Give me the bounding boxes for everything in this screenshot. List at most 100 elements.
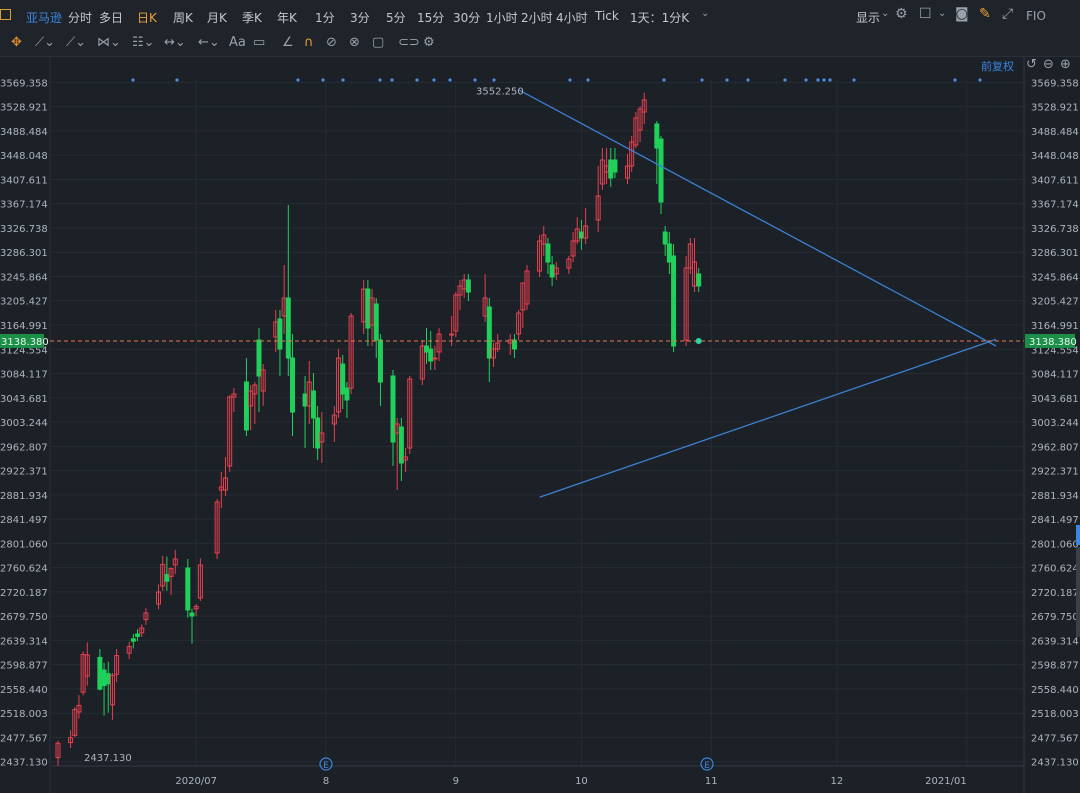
adjust-mode[interactable]: 前复权 xyxy=(981,58,1014,74)
current-price-left: 3138.380 xyxy=(1,337,49,348)
ruler-icon[interactable]: ∠ xyxy=(282,35,294,50)
low-price-label: 2437.130 xyxy=(84,753,132,764)
period-tab[interactable]: 日K xyxy=(137,9,157,26)
display-menu[interactable]: 显示 xyxy=(856,9,880,26)
text-tool-icon[interactable]: Aa xyxy=(229,35,246,50)
arrow-tool-icon[interactable]: ←⌄ xyxy=(198,35,220,50)
y-tick-label-left: 2477.567 xyxy=(0,733,48,744)
x-tick-label: 12 xyxy=(831,776,844,787)
settings-icon[interactable]: ⚙ xyxy=(423,35,435,50)
fib-tool-icon[interactable]: ☷⌄ xyxy=(132,35,155,50)
scroll-marker xyxy=(1076,525,1080,545)
window-icon[interactable]: ☐ xyxy=(919,6,932,22)
period-tab[interactable]: 季K xyxy=(242,9,262,26)
lock-icon[interactable]: ⊘ xyxy=(326,35,337,50)
event-dot xyxy=(296,78,300,82)
candle-body xyxy=(290,357,295,413)
y-tick-label-right: 3569.358 xyxy=(1031,78,1079,89)
chevron-down-icon[interactable]: ⌄ xyxy=(701,8,709,19)
candle-body xyxy=(465,279,471,293)
period-tab[interactable]: 3分 xyxy=(350,9,370,26)
y-tick-label-right: 3003.244 xyxy=(1031,418,1079,429)
y-tick-label-right: 3448.048 xyxy=(1031,151,1079,162)
candle-body xyxy=(302,393,308,407)
y-tick-label-right: 3245.864 xyxy=(1031,272,1079,283)
candlestick-chart[interactable]: 3569.358 3569.358 3528.921 3528.921 3488.484… xyxy=(0,57,1080,793)
candle-body xyxy=(344,387,350,401)
period-tab[interactable]: 1小时 xyxy=(486,9,518,26)
y-tick-label-right: 2558.440 xyxy=(1031,685,1079,696)
candle-body xyxy=(608,159,614,179)
candle-body xyxy=(658,138,664,203)
pencil-icon[interactable]: ✎ xyxy=(979,6,991,22)
reset-icon[interactable]: ↺ xyxy=(1026,57,1037,72)
event-dot xyxy=(492,78,496,82)
y-tick-label-right: 3205.427 xyxy=(1031,297,1079,308)
period-tab[interactable]: 分时 xyxy=(68,9,92,26)
period-tab[interactable]: 30分 xyxy=(453,9,480,26)
trash-icon[interactable]: ▢ xyxy=(372,35,384,50)
y-tick-label-left: 3407.611 xyxy=(0,175,48,186)
y-tick-label-left: 2760.624 xyxy=(0,564,48,575)
candle-body xyxy=(654,123,660,149)
range-tool-icon[interactable]: ↔⌄ xyxy=(164,35,186,50)
event-dot xyxy=(175,78,179,82)
period-tab[interactable]: 5分 xyxy=(386,9,406,26)
chevron-down-icon[interactable]: ⌄ xyxy=(938,8,946,19)
period-tab[interactable]: 15分 xyxy=(417,9,444,26)
chevron-down-icon[interactable]: ⌄ xyxy=(881,8,889,19)
line-tool-icon[interactable]: ⟋⌄ xyxy=(35,35,55,50)
candle-body xyxy=(666,243,672,263)
y-tick-label-left: 3084.117 xyxy=(0,370,48,381)
candle-body xyxy=(135,633,141,637)
event-dot xyxy=(828,78,832,82)
period-tab[interactable]: 周K xyxy=(173,9,193,26)
chart-background xyxy=(0,57,1080,793)
candle-body xyxy=(449,333,455,336)
y-tick-label-left: 2881.934 xyxy=(0,491,48,502)
event-dot xyxy=(473,78,477,82)
period-tab[interactable]: 月K xyxy=(207,9,227,26)
y-tick-label-left: 2437.130 xyxy=(0,758,48,769)
channel-tool-icon[interactable]: ⋈⌄ xyxy=(97,35,121,50)
candle-body xyxy=(671,255,677,347)
period-tab[interactable]: Tick xyxy=(595,9,619,23)
candle-body xyxy=(285,297,291,359)
link-icon[interactable]: ⊂⊃ xyxy=(398,35,420,50)
y-tick-label-right: 3407.611 xyxy=(1031,175,1079,186)
symbol-title[interactable]: 亚马逊 xyxy=(26,9,62,26)
y-tick-label-right: 2760.624 xyxy=(1031,564,1079,575)
panel-icon[interactable] xyxy=(0,9,11,20)
fullscreen-icon[interactable]: ⤢ xyxy=(1002,6,1013,22)
camera-icon[interactable]: ◙ xyxy=(955,6,969,22)
y-tick-label-left: 2518.003 xyxy=(0,709,48,720)
y-tick-label-right: 2720.187 xyxy=(1031,588,1079,599)
ray-tool-icon[interactable]: ⟋⌄ xyxy=(66,35,86,50)
gear-icon[interactable]: ⚙ xyxy=(895,6,908,22)
y-tick-label-right: 2477.567 xyxy=(1031,733,1079,744)
period-tab[interactable]: 1分 xyxy=(315,9,335,26)
period-tab[interactable]: 2小时 xyxy=(521,9,553,26)
period-tab[interactable]: 年K xyxy=(277,9,297,26)
event-dot xyxy=(978,78,982,82)
move-icon[interactable]: ✥ xyxy=(11,35,22,50)
period-tab[interactable]: 多日 xyxy=(99,9,123,26)
note-tool-icon[interactable]: ▭ xyxy=(253,35,265,50)
fio-button[interactable]: FIO xyxy=(1026,9,1046,23)
period-tab[interactable]: 4小时 xyxy=(556,9,588,26)
y-tick-label-right: 2598.877 xyxy=(1031,661,1079,672)
x-tick-label: 2020/07 xyxy=(175,776,217,787)
zoom-in-icon[interactable]: ⊕ xyxy=(1060,57,1071,72)
period-tab[interactable]: 1天：1分K xyxy=(630,9,689,26)
candle-body xyxy=(130,638,136,642)
candle-body xyxy=(185,567,191,611)
magnet-icon[interactable]: ∩ xyxy=(304,35,314,50)
y-tick-label-left: 2962.807 xyxy=(0,442,48,453)
event-dot xyxy=(746,78,750,82)
earnings-marker-label: E xyxy=(323,761,329,771)
zoom-out-icon[interactable]: ⊖ xyxy=(1043,57,1054,72)
y-tick-label-left: 2801.060 xyxy=(0,539,48,550)
hide-icon[interactable]: ⊗ xyxy=(349,35,360,50)
y-tick-label-left: 2720.187 xyxy=(0,588,48,599)
current-price-right: 3138.380 xyxy=(1029,337,1077,348)
